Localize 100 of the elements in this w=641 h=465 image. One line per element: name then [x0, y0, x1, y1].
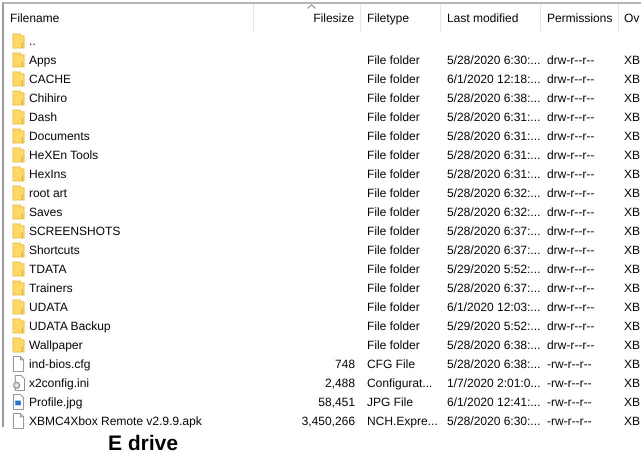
file-owner: XB: [624, 72, 640, 86]
file-date: 5/28/2020 6:31:...: [447, 128, 540, 142]
file-owner: XB: [624, 148, 640, 162]
file-name[interactable]: x2config.ini: [29, 376, 90, 390]
file-type: File folder: [367, 90, 420, 104]
file-name[interactable]: Saves: [29, 204, 62, 218]
file-date: 5/28/2020 6:31:...: [447, 166, 540, 180]
file-type: File folder: [367, 300, 420, 314]
file-name[interactable]: ..: [29, 34, 36, 48]
file-date: 5/28/2020 6:30:...: [447, 414, 540, 428]
file-owner: XB: [624, 186, 640, 200]
file-type: File folder: [367, 186, 420, 200]
file-permissions: drw-r--r--: [547, 318, 594, 332]
file-type: File folder: [367, 280, 420, 294]
file-size: 58,451: [318, 394, 355, 408]
file-type: File folder: [367, 166, 420, 180]
file-name[interactable]: Wallpaper: [29, 338, 83, 352]
column-header[interactable]: Ov: [619, 4, 641, 31]
file-type: File folder: [367, 148, 420, 162]
file-date: 5/28/2020 6:30:...: [447, 52, 540, 66]
file-name[interactable]: UDATA Backup: [29, 318, 111, 332]
file-date: 5/28/2020 6:38:...: [447, 90, 540, 104]
file-type: File folder: [367, 52, 420, 66]
file-owner: XB: [624, 166, 640, 180]
file-name[interactable]: SCREENSHOTS: [29, 224, 120, 238]
file-permissions: drw-r--r--: [547, 300, 594, 314]
file-type: NCH.Expre...: [367, 414, 438, 428]
file-owner: XB: [624, 394, 640, 408]
file-owner: XB: [624, 242, 640, 256]
file-date: 5/28/2020 6:32:...: [447, 204, 540, 218]
file-owner: XB: [624, 110, 640, 124]
file-type: File folder: [367, 204, 420, 218]
file-date: 1/7/2020 2:01:0...: [447, 376, 540, 390]
file-size: 3,450,266: [302, 414, 355, 428]
column-header[interactable]: Filesize: [254, 4, 361, 31]
file-type: File folder: [367, 224, 420, 238]
file-type: File folder: [367, 110, 420, 124]
file-type: File folder: [367, 242, 420, 256]
file-date: 5/28/2020 6:38:...: [447, 338, 540, 352]
file-owner: XB: [624, 90, 640, 104]
file-type: File folder: [367, 262, 420, 276]
file-name[interactable]: ind-bios.cfg: [29, 356, 90, 370]
file-name[interactable]: root art: [29, 186, 68, 200]
file-date: 5/28/2020 6:31:...: [447, 148, 540, 162]
file-name[interactable]: UDATA: [29, 300, 68, 314]
file-permissions: drw-r--r--: [547, 166, 594, 180]
file-owner: XB: [624, 128, 640, 142]
column-header[interactable]: Permissions: [541, 4, 619, 31]
file-date: 6/1/2020 12:41:...: [447, 394, 540, 408]
file-permissions: -rw-r--r--: [547, 414, 592, 428]
file-permissions: drw-r--r--: [547, 204, 594, 218]
file-name[interactable]: XBMC4Xbox Remote v2.9.9.apk: [29, 414, 202, 428]
file-name[interactable]: Apps: [29, 52, 56, 66]
file-name[interactable]: CACHE: [29, 72, 72, 86]
file-permissions: drw-r--r--: [547, 186, 594, 200]
file-permissions: drw-r--r--: [547, 224, 594, 238]
file-permissions: -rw-r--r--: [547, 376, 592, 390]
file-type: Configurat...: [367, 376, 432, 390]
column-header[interactable]: Last modified: [441, 4, 541, 31]
file-owner: XB: [624, 318, 640, 332]
file-type: File folder: [367, 318, 420, 332]
file-name[interactable]: Trainers: [29, 280, 73, 294]
file-name[interactable]: Chihiro: [29, 90, 68, 104]
file-owner: XB: [624, 262, 640, 276]
file-date: 5/28/2020 6:37:...: [447, 224, 540, 238]
file-date: 5/28/2020 6:32:...: [447, 186, 540, 200]
file-permissions: drw-r--r--: [547, 72, 594, 86]
file-name[interactable]: HexIns: [29, 166, 66, 180]
file-name[interactable]: Shortcuts: [29, 242, 80, 256]
file-date: 5/28/2020 6:31:...: [447, 110, 540, 124]
file-owner: XB: [624, 224, 640, 238]
column-header[interactable]: Filetype: [361, 4, 441, 31]
file-owner: XB: [624, 356, 640, 370]
file-owner: XB: [624, 414, 640, 428]
file-name[interactable]: HeXEn Tools: [29, 148, 98, 162]
file-date: 5/29/2020 5:52:...: [447, 318, 540, 332]
file-date: 5/28/2020 6:38:...: [447, 356, 540, 370]
file-date: 5/28/2020 6:37:...: [447, 242, 540, 256]
file-date: 6/1/2020 12:18:...: [447, 72, 540, 86]
file-name[interactable]: Dash: [29, 110, 58, 124]
file-permissions: drw-r--r--: [547, 110, 594, 124]
column-header[interactable]: Filename: [4, 4, 254, 31]
file-permissions: drw-r--r--: [547, 262, 594, 276]
file-type: JPG File: [367, 394, 414, 408]
file-owner: XB: [624, 280, 640, 294]
file-type: File folder: [367, 338, 420, 352]
file-name[interactable]: Profile.jpg: [29, 394, 82, 408]
file-permissions: drw-r--r--: [547, 148, 594, 162]
file-permissions: drw-r--r--: [547, 242, 594, 256]
file-owner: XB: [624, 338, 640, 352]
file-owner: XB: [624, 376, 640, 390]
file-date: 5/29/2020 5:52:...: [447, 262, 540, 276]
file-permissions: -rw-r--r--: [547, 394, 592, 408]
file-name[interactable]: Documents: [29, 128, 90, 142]
file-date: 6/1/2020 12:03:...: [447, 300, 540, 314]
file-type: CFG File: [367, 356, 415, 370]
file-permissions: drw-r--r--: [547, 338, 594, 352]
file-owner: XB: [624, 52, 640, 66]
file-name[interactable]: TDATA: [29, 262, 67, 276]
file-owner: XB: [624, 300, 640, 314]
